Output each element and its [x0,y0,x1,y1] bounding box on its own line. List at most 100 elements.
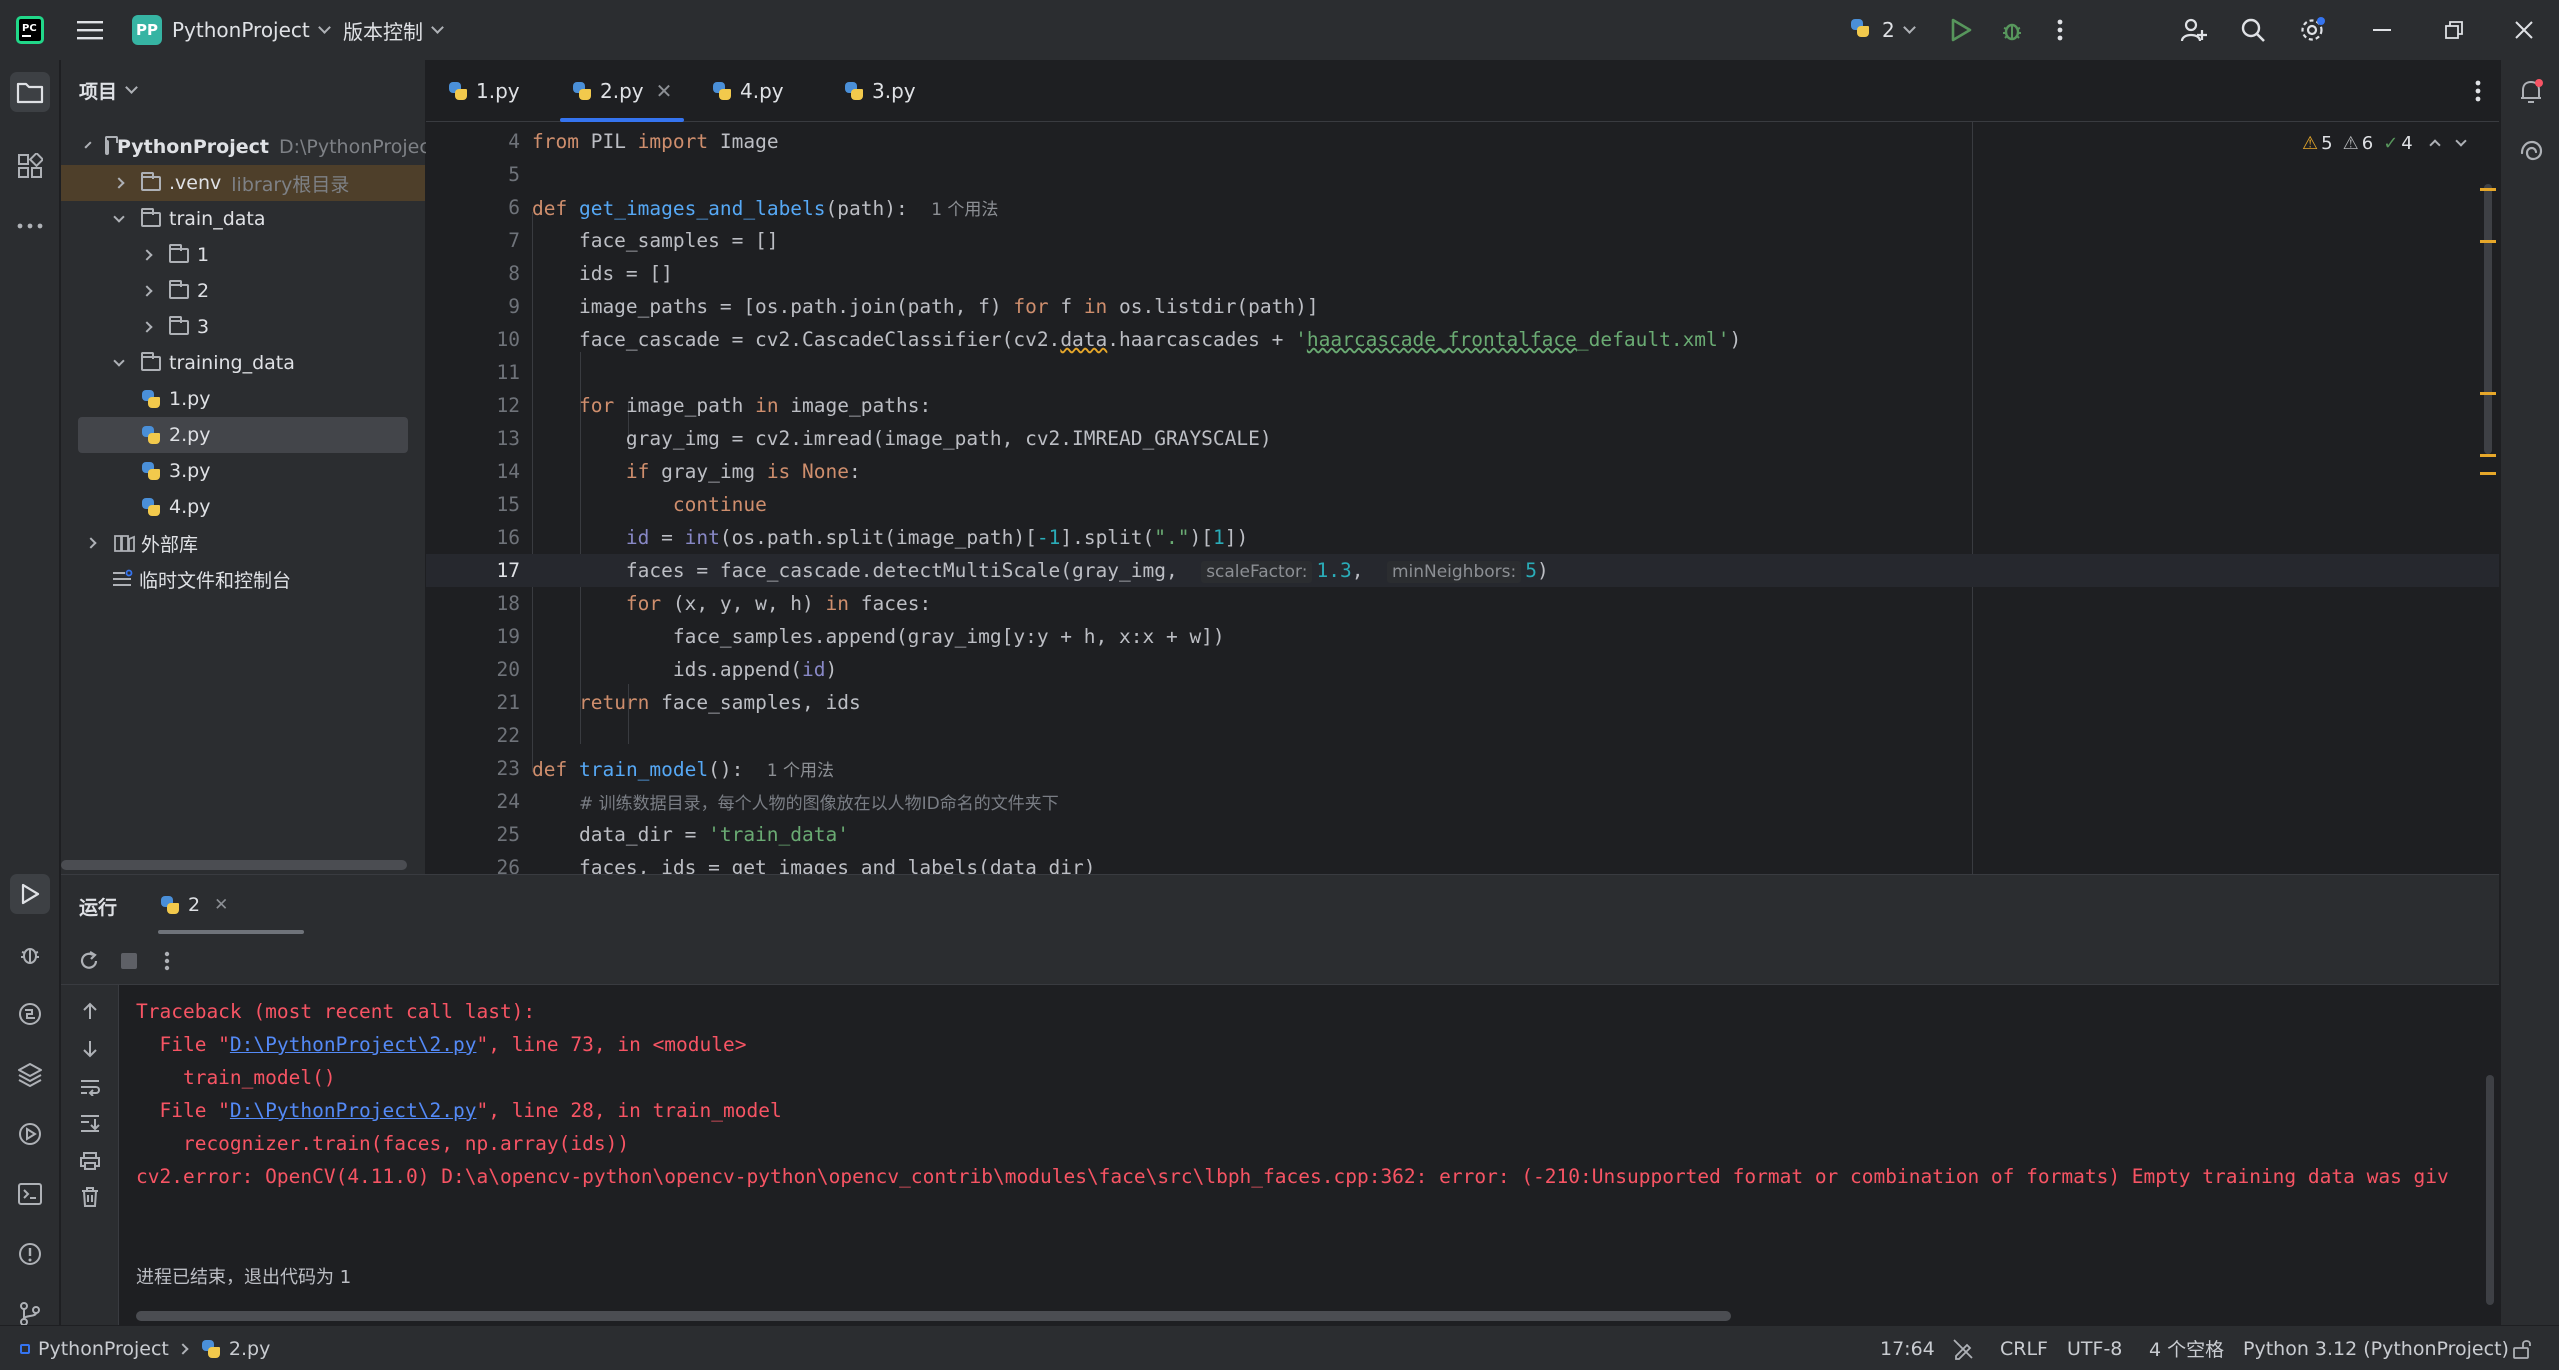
warning-stripe-mark[interactable] [2480,240,2496,243]
code-line-current[interactable]: 17 faces = face_cascade.detectMultiScale… [426,554,2499,587]
output-file-link[interactable]: D:\PythonProject\2.py [230,1033,477,1056]
layers-tool-button[interactable] [10,1054,50,1094]
code-line[interactable]: 24 # 训练数据目录，每个人物的图像放在以人物ID命名的文件夹下 [426,785,2499,818]
breadcrumb-file[interactable]: 2.py [229,1338,270,1360]
debug-icon[interactable] [1996,14,2028,46]
pycharm-logo-icon[interactable]: PC [14,14,46,46]
close-icon[interactable] [2508,14,2540,46]
project-tool-button[interactable] [10,72,50,112]
tree-item-scratches[interactable]: 临时文件和控制台 [61,561,425,597]
tab-2py[interactable]: 2.py ✕ [560,60,685,122]
code-line[interactable]: 9 image_paths = [os.path.join(path, f) f… [426,290,2499,323]
soft-wrap-icon[interactable] [76,1073,104,1101]
indent-setting[interactable]: 4 个空格 [2149,1326,2224,1370]
usage-hint[interactable]: 1 个用法 [931,200,998,220]
ai-assistant-button[interactable] [2511,132,2551,172]
tree-item-training-data[interactable]: training_data [61,345,425,381]
run-icon[interactable] [1945,14,1977,46]
warning-stripe-mark[interactable] [2480,454,2496,457]
code-line[interactable]: 21 return face_samples, ids [426,686,2499,719]
tree-item-folder-3[interactable]: 3 [61,309,425,345]
project-horizontal-scrollbar[interactable] [61,860,407,870]
code-line[interactable]: 7 face_samples = [] [426,224,2499,257]
project-panel-header[interactable]: 项目 [61,60,425,120]
scroll-up-icon[interactable] [76,997,104,1025]
tab-close-icon[interactable]: ✕ [656,79,673,103]
warning-stripe-mark[interactable] [2480,392,2496,395]
tab-1py[interactable]: 1.py [448,60,520,122]
line-separator[interactable]: CRLF [2000,1326,2048,1370]
code-line[interactable]: 8 ids = [] [426,257,2499,290]
readonly-toggle-icon[interactable] [1952,1326,1974,1370]
code-line[interactable]: 10 face_cascade = cv2.CascadeClassifier(… [426,323,2499,356]
code-line[interactable]: 16 id = int(os.path.split(image_path)[-1… [426,521,2499,554]
run-config-widget[interactable]: 2 [1850,0,1916,60]
minimize-icon[interactable] [2366,14,2398,46]
tab-3py[interactable]: 3.py [844,60,916,122]
scroll-to-end-icon[interactable] [76,1109,104,1137]
code-line[interactable]: 5 [426,158,2499,191]
code-line[interactable]: 18 for (x, y, w, h) in faces: [426,587,2499,620]
project-widget[interactable]: PP PythonProject [132,0,331,60]
code-line[interactable]: 23 def train_model(): 1 个用法 [426,752,2499,785]
more-tools-button[interactable] [10,206,50,246]
vcs-widget[interactable]: 版本控制 [343,0,444,60]
trash-icon[interactable] [76,1183,104,1211]
python-packages-button[interactable] [10,994,50,1034]
restore-icon[interactable] [2438,14,2470,46]
code-line[interactable]: 11 [426,356,2499,389]
output-horizontal-scrollbar[interactable] [136,1311,1731,1321]
code-line[interactable]: 4 from PIL import Image [426,125,2499,158]
python-interpreter[interactable]: Python 3.12 (PythonProject) [2243,1326,2509,1370]
stop-icon[interactable] [115,947,143,975]
search-icon[interactable] [2237,14,2269,46]
code-line[interactable]: 14 if gray_img is None: [426,455,2499,488]
tree-item-file-1py[interactable]: 1.py [61,381,425,417]
caret-position[interactable]: 17:64 [1880,1326,1935,1370]
main-menu-icon[interactable] [70,15,110,45]
code-line[interactable]: 25 data_dir = 'train_data' [426,818,2499,851]
output-file-link[interactable]: D:\PythonProject\2.py [230,1099,477,1122]
output-vertical-scrollbar[interactable] [2486,1075,2494,1305]
usage-hint[interactable]: 1 个用法 [767,761,834,781]
settings-gear-icon[interactable] [2296,14,2328,46]
run-tab-close-icon[interactable]: ✕ [214,895,228,915]
run-tab-2[interactable]: 2 ✕ [158,875,240,935]
warning-stripe-mark[interactable] [2480,472,2496,475]
code-line[interactable]: 26 faces, ids = get_images_and_labels(da… [426,851,2499,874]
code-line[interactable]: 19 face_samples.append(gray_img[y:y + h,… [426,620,2499,653]
tree-item-external-libs[interactable]: 外部库 [61,525,425,561]
tree-item-file-3py[interactable]: 3.py [61,453,425,489]
scroll-down-icon[interactable] [76,1035,104,1063]
breadcrumb-project[interactable]: PythonProject [38,1338,169,1360]
tab-actions-more-icon[interactable] [2466,75,2490,107]
code-line[interactable]: 22 [426,719,2499,752]
more-actions-icon[interactable] [2048,14,2072,46]
run-tool-button[interactable] [10,874,50,914]
unlock-icon[interactable] [2512,1326,2532,1370]
code-line[interactable]: 13 gray_img = cv2.imread(image_path, cv2… [426,422,2499,455]
warning-stripe-mark[interactable] [2480,188,2496,191]
problems-tool-button[interactable] [10,1234,50,1274]
code-line[interactable]: 20 ids.append(id) [426,653,2499,686]
tree-root[interactable]: PythonProject D:\PythonProject [61,129,437,165]
terminal-tool-button[interactable] [10,1174,50,1214]
debug-tool-button[interactable] [10,934,50,974]
file-encoding[interactable]: UTF-8 [2067,1326,2122,1370]
run-more-icon[interactable] [157,947,177,975]
structure-tool-button[interactable] [10,146,50,186]
tree-item-file-4py[interactable]: 4.py [61,489,425,525]
tree-item-venv[interactable]: .venv library根目录 [61,165,425,201]
tree-item-folder-1[interactable]: 1 [61,237,425,273]
tree-item-train-data[interactable]: train_data [61,201,425,237]
add-user-icon[interactable] [2178,14,2210,46]
code-line[interactable]: 15 continue [426,488,2499,521]
tree-item-folder-2[interactable]: 2 [61,273,425,309]
rerun-icon[interactable] [75,947,103,975]
code-line[interactable]: 12 for image_path in image_paths: [426,389,2499,422]
editor-vertical-scrollbar[interactable] [2484,184,2492,454]
services-tool-button[interactable] [10,1114,50,1154]
print-icon[interactable] [76,1147,104,1175]
code-line[interactable]: 6 def get_images_and_labels(path): 1 个用法 [426,191,2499,224]
tab-4py[interactable]: 4.py [712,60,784,122]
